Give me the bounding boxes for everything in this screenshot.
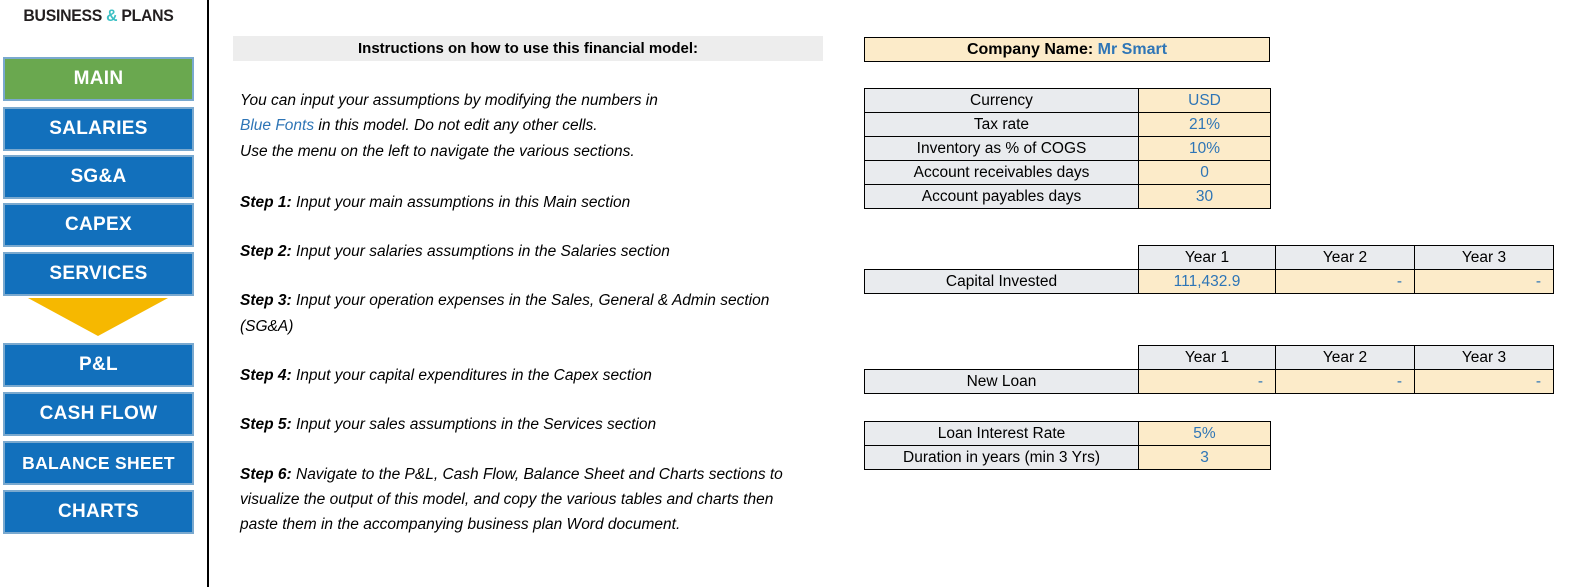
- table-header-row: Year 1 Year 2 Year 3: [864, 345, 1554, 370]
- step-4-text: Input your capital expenditures in the C…: [291, 367, 652, 385]
- table-row: Currency USD: [864, 88, 1271, 113]
- empty-corner-cell: [864, 345, 1139, 370]
- instruction-step-2: Step 2: Input your salaries assumptions …: [240, 239, 800, 264]
- row-label-capital-invested: Capital Invested: [864, 269, 1139, 294]
- brand-logo: BUSINESS & PLANS: [7, 6, 190, 26]
- new-loan-year-2[interactable]: -: [1275, 369, 1415, 394]
- row-value-loan-interest-rate[interactable]: 5%: [1138, 421, 1271, 446]
- capital-invested-table: Year 1 Year 2 Year 3 Capital Invested 11…: [864, 245, 1554, 294]
- row-label-inventory-pct-cogs: Inventory as % of COGS: [864, 136, 1139, 161]
- step-2-text: Input your salaries assumptions in the S…: [291, 243, 670, 261]
- table-row: New Loan - - -: [864, 369, 1554, 394]
- capital-invested-year-1[interactable]: 111,432.9: [1138, 269, 1276, 294]
- company-name-value[interactable]: Mr Smart: [1098, 41, 1167, 58]
- row-label-loan-interest-rate: Loan Interest Rate: [864, 421, 1139, 446]
- sidebar-item-services[interactable]: SERVICES: [3, 252, 194, 296]
- row-value-loan-duration-years[interactable]: 3: [1138, 445, 1271, 470]
- loan-column-header-year-2: Year 2: [1275, 345, 1415, 370]
- instruction-step-6: Step 6: Navigate to the P&L, Cash Flow, …: [240, 462, 800, 538]
- loan-column-header-year-3: Year 3: [1414, 345, 1554, 370]
- table-row: Inventory as % of COGS 10%: [864, 136, 1271, 161]
- sidebar-item-pl[interactable]: P&L: [3, 343, 194, 387]
- table-row: Account payables days 30: [864, 184, 1271, 209]
- step-5-text: Input your sales assumptions in the Serv…: [291, 416, 657, 434]
- sidebar: BUSINESS & PLANS MAIN SALARIES SG&A CAPE…: [0, 0, 209, 587]
- main-assumptions-table: Currency USD Tax rate 21% Inventory as %…: [864, 88, 1271, 209]
- table-row: Duration in years (min 3 Yrs) 3: [864, 445, 1271, 470]
- column-header-year-2: Year 2: [1275, 245, 1415, 270]
- sidebar-item-cash-flow[interactable]: CASH FLOW: [3, 392, 194, 436]
- new-loan-year-3[interactable]: -: [1414, 369, 1554, 394]
- instruction-step-4: Step 4: Input your capital expenditures …: [240, 363, 800, 388]
- instructions-intro-line-2: Blue Fonts in this model. Do not edit an…: [240, 113, 800, 138]
- brand-prefix: BUSINESS: [23, 6, 107, 25]
- capital-invested-year-2[interactable]: -: [1275, 269, 1415, 294]
- brand-ampersand: &: [106, 6, 118, 25]
- sidebar-item-capex[interactable]: CAPEX: [3, 203, 194, 247]
- step-1-label: Step 1:: [240, 193, 292, 211]
- brand-suffix: PLANS: [117, 6, 174, 25]
- instructions-intro-line-3: Use the menu on the left to navigate the…: [240, 142, 635, 160]
- step-2-label: Step 2:: [240, 243, 292, 261]
- sidebar-item-sga[interactable]: SG&A: [3, 155, 194, 199]
- step-6-text: Navigate to the P&L, Cash Flow, Balance …: [240, 465, 783, 534]
- table-header-row: Year 1 Year 2 Year 3: [864, 245, 1554, 270]
- instructions-intro-line-2-rest: in this model. Do not edit any other cel…: [314, 117, 598, 135]
- table-row: Loan Interest Rate 5%: [864, 421, 1271, 446]
- row-value-currency[interactable]: USD: [1138, 88, 1271, 113]
- company-name-field[interactable]: Company Name: Mr Smart: [864, 37, 1270, 62]
- new-loan-year-1[interactable]: -: [1138, 369, 1276, 394]
- empty-corner-cell: [864, 245, 1139, 270]
- step-4-label: Step 4:: [240, 367, 292, 385]
- instruction-step-3: Step 3: Input your operation expenses in…: [240, 288, 800, 339]
- capital-invested-year-3[interactable]: -: [1414, 269, 1554, 294]
- table-row: Capital Invested 111,432.9 - -: [864, 269, 1554, 294]
- instructions-body: You can input your assumptions by modify…: [240, 88, 800, 538]
- row-value-account-payables-days[interactable]: 30: [1138, 184, 1271, 209]
- row-label-account-receivables-days: Account receivables days: [864, 160, 1139, 185]
- company-name-label: Company Name:: [966, 41, 1094, 58]
- step-3-text: Input your operation expenses in the Sal…: [240, 292, 770, 335]
- table-row: Tax rate 21%: [864, 112, 1271, 137]
- row-label-account-payables-days: Account payables days: [864, 184, 1139, 209]
- row-label-loan-duration-years: Duration in years (min 3 Yrs): [864, 445, 1139, 470]
- table-row: Account receivables days 0: [864, 160, 1271, 185]
- new-loan-table: Year 1 Year 2 Year 3 New Loan - - -: [864, 345, 1554, 394]
- instruction-step-5: Step 5: Input your sales assumptions in …: [240, 412, 800, 437]
- row-value-tax-rate[interactable]: 21%: [1138, 112, 1271, 137]
- step-6-label: Step 6:: [240, 465, 292, 483]
- loan-column-header-year-1: Year 1: [1138, 345, 1276, 370]
- row-value-inventory-pct-cogs[interactable]: 10%: [1138, 136, 1271, 161]
- step-1-text: Input your main assumptions in this Main…: [291, 193, 631, 211]
- instructions-header: Instructions on how to use this financia…: [233, 36, 823, 61]
- down-arrow-icon: [28, 298, 168, 336]
- step-3-label: Step 3:: [240, 292, 292, 310]
- loan-terms-table: Loan Interest Rate 5% Duration in years …: [864, 421, 1271, 470]
- row-label-tax-rate: Tax rate: [864, 112, 1139, 137]
- column-header-year-3: Year 3: [1414, 245, 1554, 270]
- row-value-account-receivables-days[interactable]: 0: [1138, 160, 1271, 185]
- instruction-step-1: Step 1: Input your main assumptions in t…: [240, 190, 800, 215]
- sidebar-item-charts[interactable]: CHARTS: [3, 490, 194, 534]
- row-label-new-loan: New Loan: [864, 369, 1139, 394]
- instructions-intro-line-1: You can input your assumptions by modify…: [240, 92, 658, 109]
- column-header-year-1: Year 1: [1138, 245, 1276, 270]
- sidebar-item-balance-sheet[interactable]: BALANCE SHEET: [3, 441, 194, 485]
- row-label-currency: Currency: [864, 88, 1139, 113]
- sidebar-item-main[interactable]: MAIN: [3, 57, 194, 101]
- blue-fonts-emphasis: Blue Fonts: [240, 117, 315, 135]
- step-5-label: Step 5:: [240, 416, 292, 434]
- sidebar-item-salaries[interactable]: SALARIES: [3, 107, 194, 151]
